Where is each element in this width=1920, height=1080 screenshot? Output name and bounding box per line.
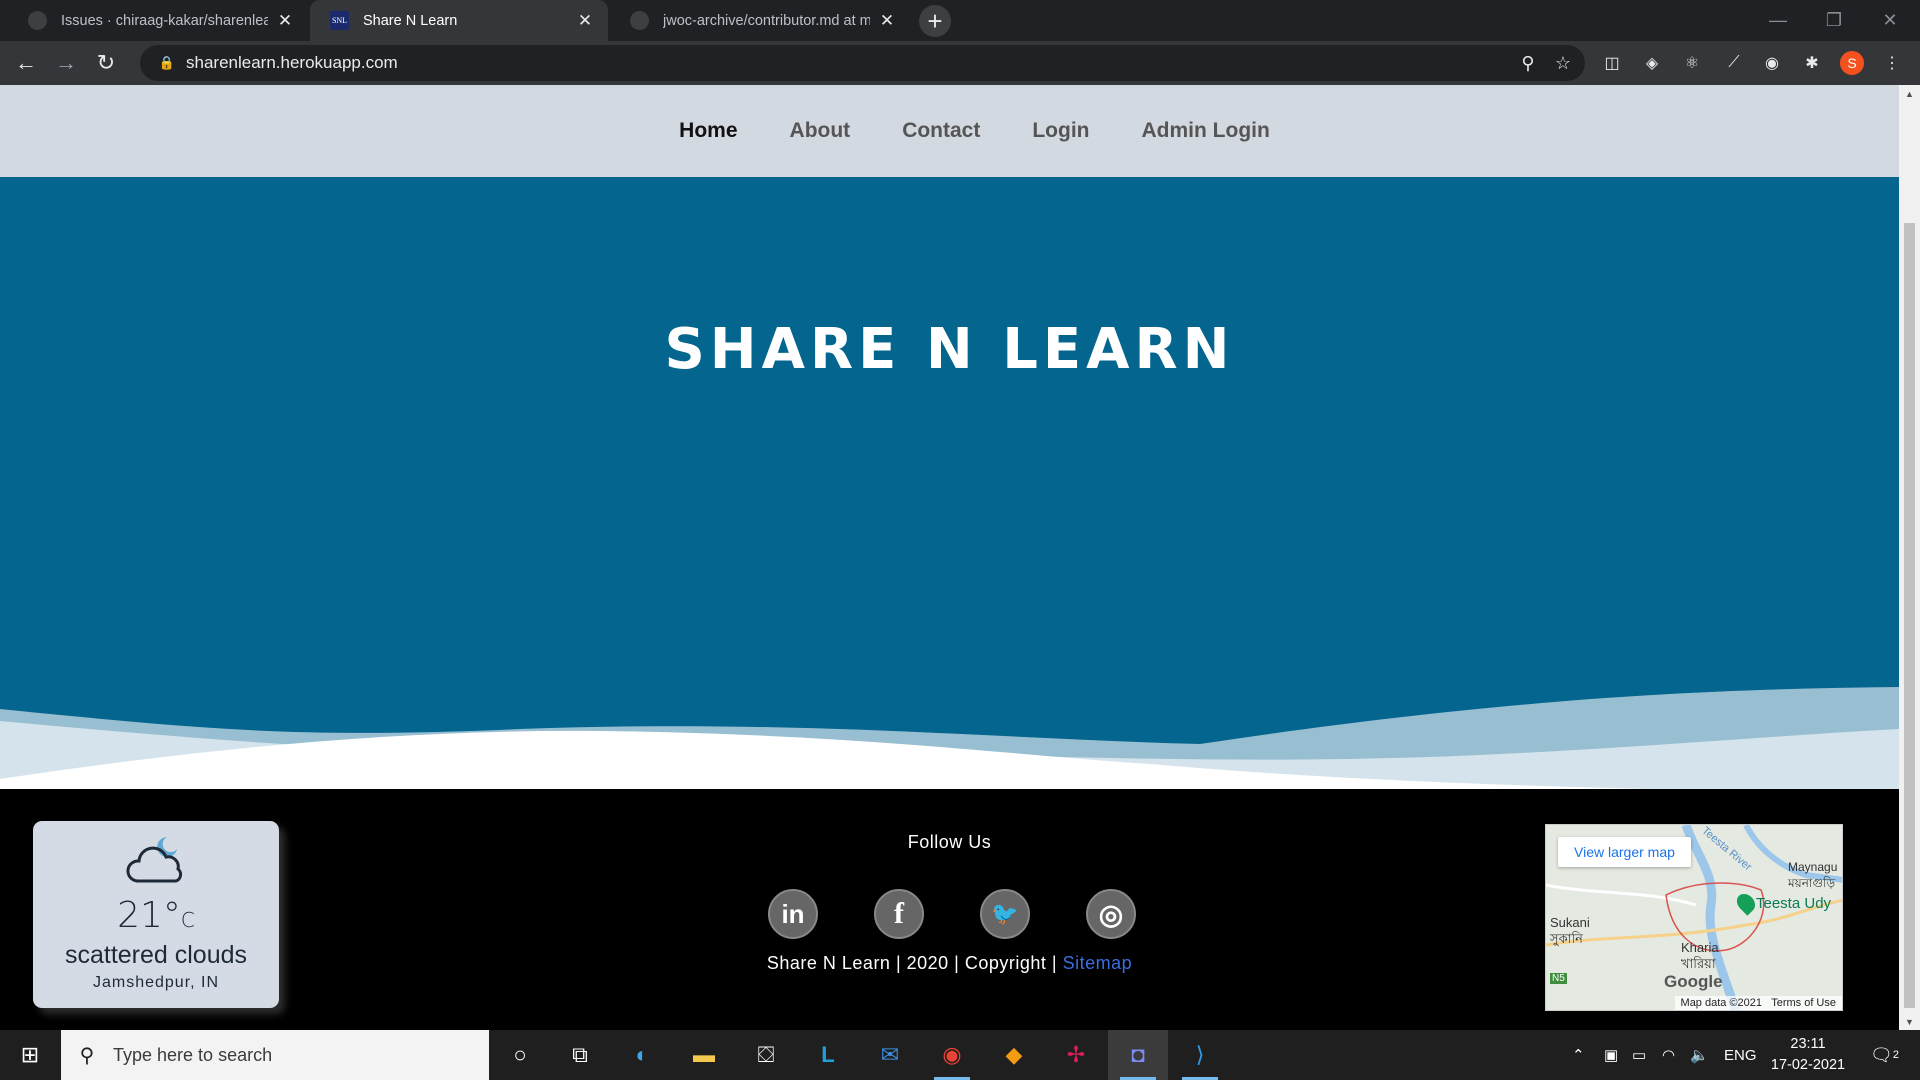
profile-avatar[interactable]: S xyxy=(1840,51,1864,75)
nav-home[interactable]: Home xyxy=(679,119,737,143)
close-tab-icon[interactable]: ✕ xyxy=(276,11,294,31)
discord-icon[interactable]: ◘ xyxy=(1108,1030,1168,1080)
new-tab-button[interactable]: + xyxy=(919,5,951,37)
tab-share-n-learn[interactable]: SNL Share N Learn ✕ xyxy=(310,0,608,41)
lock-icon[interactable]: 🔒 xyxy=(148,55,186,71)
nav-admin-login[interactable]: Admin Login xyxy=(1142,119,1270,143)
wave-decoration xyxy=(0,687,1899,789)
terms-of-use-link[interactable]: Terms of Use xyxy=(1771,997,1836,1009)
nav-about[interactable]: About xyxy=(790,119,851,143)
map-label: N5 xyxy=(1550,973,1567,984)
bookmark-star-icon[interactable]: ☆ xyxy=(1545,45,1581,81)
system-clock[interactable]: 23:11 17-02-2021 xyxy=(1758,1034,1858,1076)
map-label: Sukani xyxy=(1550,915,1590,930)
map-label: Maynagu xyxy=(1788,860,1838,874)
tray-overflow-icon[interactable]: ⌃ xyxy=(1572,1030,1585,1080)
task-view-icon[interactable]: ⧉ xyxy=(550,1030,610,1080)
scrollbar-thumb[interactable] xyxy=(1904,223,1915,1008)
language-indicator[interactable]: ENG xyxy=(1724,1030,1757,1080)
close-window-button[interactable]: ✕ xyxy=(1862,0,1918,41)
copyright-text: Share N Learn | 2020 | Copyright | xyxy=(766,953,1058,973)
reload-icon[interactable]: ↻ xyxy=(90,47,122,79)
tab-jwoc-archive[interactable]: jwoc-archive/contributor.md at m ✕ xyxy=(610,0,910,41)
cortana-icon[interactable]: ○ xyxy=(490,1030,550,1080)
react-devtools-icon[interactable]: ⚛ xyxy=(1680,51,1704,75)
nav-login[interactable]: Login xyxy=(1032,119,1089,143)
map-attribution: Map data ©2021 Terms of Use xyxy=(1674,996,1842,1010)
linkedin-icon[interactable]: in xyxy=(768,889,818,939)
site-favicon: SNL xyxy=(330,11,349,30)
app-l-icon[interactable]: L xyxy=(798,1030,858,1080)
site-navigation: Home About Contact Login Admin Login xyxy=(0,85,1899,177)
tab-title: Share N Learn xyxy=(363,12,458,29)
store-icon[interactable]: ⛋ xyxy=(736,1030,796,1080)
close-tab-icon[interactable]: ✕ xyxy=(878,11,896,31)
search-icon: ⚲ xyxy=(79,1044,95,1067)
weather-location: Jamshedpur, IN xyxy=(92,974,220,991)
forward-icon[interactable]: → xyxy=(50,47,82,79)
twitter-icon[interactable]: 🐦 xyxy=(980,889,1030,939)
close-tab-icon[interactable]: ✕ xyxy=(576,11,594,31)
mail-icon[interactable]: ✉ xyxy=(860,1030,920,1080)
notification-count: 2 xyxy=(1892,1049,1899,1061)
back-icon[interactable]: ← xyxy=(10,47,42,79)
git-icon[interactable]: ◆ xyxy=(984,1030,1044,1080)
slack-icon[interactable]: ✢ xyxy=(1046,1030,1106,1080)
tab-issues[interactable]: Issues · chiraag-kakar/sharenlearn ✕ xyxy=(8,0,308,41)
hero-title: SHARE N LEARN xyxy=(664,317,1235,382)
clock-time: 23:11 xyxy=(1790,1036,1826,1052)
extension-icon[interactable]: ◉ xyxy=(1760,51,1784,75)
web-page: Home About Contact Login Admin Login SHA… xyxy=(0,85,1899,1030)
github-icon xyxy=(630,11,649,30)
hero-banner: SHARE N LEARN xyxy=(0,177,1899,789)
extension-icon[interactable]: ⟋ xyxy=(1722,51,1746,75)
google-logo: Google xyxy=(1664,972,1723,991)
extensions-puzzle-icon[interactable]: ✱ xyxy=(1800,51,1824,75)
volume-icon[interactable]: 🔈 xyxy=(1690,1030,1709,1080)
minimize-button[interactable]: — xyxy=(1750,0,1806,41)
map-label: সুকানি xyxy=(1550,931,1583,946)
extension-icon[interactable]: ◈ xyxy=(1640,51,1664,75)
wifi-icon[interactable]: ◠ xyxy=(1662,1030,1675,1080)
file-explorer-icon[interactable]: ▬ xyxy=(674,1030,734,1080)
notifications-icon[interactable]: 🗨 2 xyxy=(1870,1030,1899,1080)
vscode-icon[interactable]: ⟩ xyxy=(1170,1030,1230,1080)
instagram-icon[interactable]: ◎ xyxy=(1086,889,1136,939)
view-larger-map-button[interactable]: View larger map xyxy=(1558,837,1691,867)
chrome-icon[interactable]: ◉ xyxy=(922,1030,982,1080)
embedded-map[interactable]: View larger map Teesta River Maynagu ময়… xyxy=(1545,824,1843,1011)
scroll-down-icon[interactable]: ▼ xyxy=(1899,1013,1920,1030)
taskbar-search-box[interactable]: ⚲ Type here to search xyxy=(61,1030,489,1080)
facebook-icon[interactable]: f xyxy=(874,889,924,939)
browser-toolbar: ← → ↻ 🔒 sharenlearn.herokuapp.com ⚲ ☆ ◫ … xyxy=(0,41,1920,85)
windows-start-icon[interactable]: ⊞ xyxy=(0,1030,60,1080)
windows-taskbar: ⊞ ⚲ Type here to search ○ ⧉ ◐ ▬ ⛋ L ✉ ◉ … xyxy=(0,1030,1920,1080)
browser-tab-bar: Issues · chiraag-kakar/sharenlearn ✕ SNL… xyxy=(0,0,1920,41)
url-text: sharenlearn.herokuapp.com xyxy=(186,53,398,72)
device-icon[interactable]: ▣ xyxy=(1604,1030,1618,1080)
page-scrollbar[interactable]: ▲ ▼ xyxy=(1899,85,1920,1030)
map-label: Teesta Udy xyxy=(1756,895,1832,912)
tab-title: jwoc-archive/contributor.md at m xyxy=(663,12,870,29)
battery-icon[interactable]: ▭ xyxy=(1632,1030,1646,1080)
location-icon[interactable]: ⚲ xyxy=(1510,45,1546,81)
site-footer: 21°C scattered clouds Jamshedpur, IN Fol… xyxy=(0,789,1899,1030)
github-icon xyxy=(28,11,47,30)
page-viewport: Home About Contact Login Admin Login SHA… xyxy=(0,85,1920,1030)
address-bar[interactable]: 🔒 sharenlearn.herokuapp.com ⚲ ☆ xyxy=(140,45,1585,81)
map-label: Kharia xyxy=(1681,940,1719,955)
map-label: ময়নাগুড়ি xyxy=(1788,876,1836,890)
sitemap-link[interactable]: Sitemap xyxy=(1063,953,1133,973)
search-placeholder: Type here to search xyxy=(113,1044,273,1065)
map-data-text: Map data ©2021 xyxy=(1680,997,1763,1009)
clock-date: 17-02-2021 xyxy=(1770,1057,1846,1073)
nav-contact[interactable]: Contact xyxy=(902,119,980,143)
pocket-extension-icon[interactable]: ◫ xyxy=(1600,51,1624,75)
edge-icon[interactable]: ◐ xyxy=(612,1030,672,1080)
tab-title: Issues · chiraag-kakar/sharenlearn xyxy=(61,12,268,29)
restore-button[interactable]: ❐ xyxy=(1806,0,1862,41)
menu-icon[interactable]: ⋮ xyxy=(1880,51,1904,75)
scroll-up-icon[interactable]: ▲ xyxy=(1899,85,1920,102)
